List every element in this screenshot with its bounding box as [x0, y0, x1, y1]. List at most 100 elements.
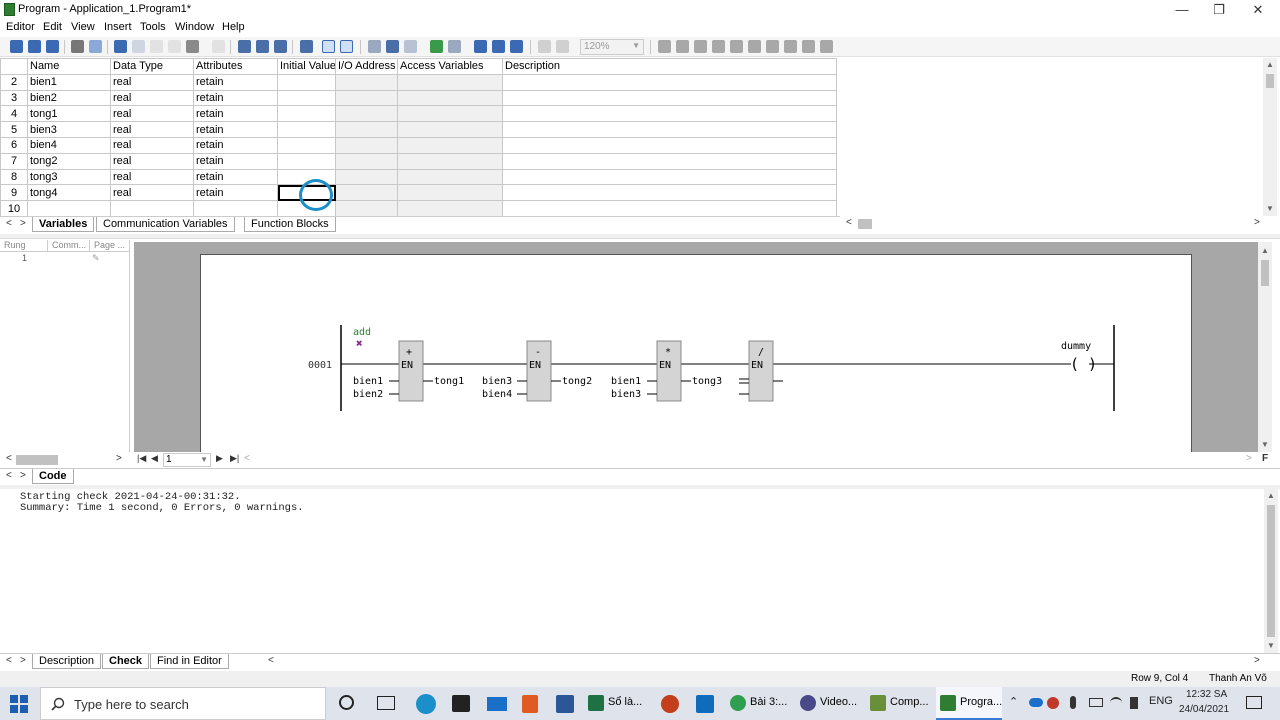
cell-access-variables[interactable]: [397, 89, 503, 107]
save-all-icon[interactable]: [46, 40, 59, 53]
insert-rung-icon[interactable]: [368, 40, 381, 53]
cell-name[interactable]: [27, 200, 111, 217]
language-indicator[interactable]: ENG: [1149, 695, 1173, 707]
cell-name[interactable]: tong1: [27, 105, 111, 123]
redo-icon[interactable]: [132, 40, 145, 53]
scroll-thumb[interactable]: [1261, 260, 1269, 286]
tab-code[interactable]: Code: [32, 469, 74, 484]
notification-icon[interactable]: [1246, 696, 1262, 709]
menu-help[interactable]: Help: [222, 21, 245, 33]
cell-io-address[interactable]: [335, 200, 398, 217]
block-output[interactable]: tong1: [434, 376, 464, 387]
tab-find-in-editor[interactable]: Find in Editor: [150, 654, 229, 669]
col-header-attributes[interactable]: Attributes: [193, 58, 278, 75]
scroll-up-icon[interactable]: ▲: [1258, 246, 1272, 255]
check-icon[interactable]: [448, 40, 461, 53]
cell-attributes[interactable]: retain: [193, 73, 278, 91]
tab-prev-icon[interactable]: <: [6, 218, 12, 229]
scroll-down-icon[interactable]: ▼: [1258, 440, 1272, 449]
block-input[interactable]: bien1: [611, 376, 641, 387]
cell-io-address[interactable]: [335, 73, 398, 91]
taskbar-app-excel[interactable]: Sổ là...: [584, 687, 650, 720]
cell-attributes[interactable]: retain: [193, 152, 278, 170]
ladder-editor[interactable]: add ✖ 0001 + EN bien1 bien2 tong1 - EN b…: [134, 242, 1258, 452]
table-row[interactable]: 7 tong2 real retain: [0, 152, 837, 170]
function-icon[interactable]: F: [1262, 453, 1268, 464]
task-view-icon[interactable]: [377, 696, 395, 710]
open-icon[interactable]: [10, 40, 23, 53]
block-input[interactable]: bien3: [482, 376, 512, 387]
save-icon[interactable]: [28, 40, 41, 53]
tab-description[interactable]: Description: [32, 654, 102, 669]
div-block[interactable]: / EN: [739, 340, 783, 402]
cell-access-variables[interactable]: [397, 105, 503, 123]
compile-icon[interactable]: [430, 40, 443, 53]
block-icon[interactable]: [820, 40, 833, 53]
menu-edit[interactable]: Edit: [43, 21, 62, 33]
office-icon[interactable]: [522, 695, 538, 713]
last-page-icon[interactable]: ▶|: [230, 453, 239, 464]
scroll-left-icon[interactable]: <: [6, 453, 12, 464]
scroll-down-icon[interactable]: ▼: [1264, 641, 1278, 650]
replace-icon[interactable]: [274, 40, 287, 53]
cell-description[interactable]: [502, 152, 837, 170]
cell-description[interactable]: [502, 89, 837, 107]
taskbar-search[interactable]: Type here to search: [40, 687, 326, 720]
cell-name[interactable]: bien1: [27, 73, 111, 91]
cell-type[interactable]: real: [110, 136, 194, 154]
scroll-thumb[interactable]: [1266, 74, 1274, 88]
cell-attributes[interactable]: retain: [193, 136, 278, 154]
menu-editor[interactable]: Editor: [6, 21, 35, 33]
zoom-out-icon[interactable]: [556, 40, 569, 53]
store-icon[interactable]: [452, 695, 470, 712]
copy-icon[interactable]: [168, 40, 181, 53]
insert-block-icon[interactable]: [404, 40, 417, 53]
block-output[interactable]: tong2: [562, 376, 592, 387]
menu-window[interactable]: Window: [175, 21, 214, 33]
cell-attributes[interactable]: retain: [193, 168, 278, 186]
cell-io-address[interactable]: [335, 184, 398, 202]
zoom-in-icon[interactable]: [538, 40, 551, 53]
maximize-button[interactable]: ❐: [1201, 0, 1237, 20]
cell-access-variables[interactable]: [397, 200, 503, 217]
cell-initial-value[interactable]: [277, 121, 336, 138]
cell-access-variables[interactable]: [397, 184, 503, 202]
table-row[interactable]: 4 tong1 real retain: [0, 105, 837, 123]
cortana-icon[interactable]: [339, 695, 354, 710]
col-header-type[interactable]: Data Type: [110, 58, 194, 75]
cell-io-address[interactable]: [335, 105, 398, 123]
table-row[interactable]: 5 bien3 real retain: [0, 121, 837, 138]
taskbar-app-program[interactable]: Progra...: [936, 687, 1002, 720]
cell-type[interactable]: [110, 200, 194, 217]
block-input[interactable]: bien1: [353, 376, 383, 387]
wifi-icon[interactable]: [1110, 697, 1122, 709]
page-select[interactable]: 1 ▼: [163, 453, 211, 467]
security-icon[interactable]: [1047, 697, 1059, 709]
taskbar-app-video[interactable]: Video...: [796, 687, 862, 720]
tab-next-icon[interactable]: >: [20, 655, 26, 666]
cell-initial-value[interactable]: [277, 136, 336, 154]
scroll-up-icon[interactable]: ▲: [1264, 491, 1278, 500]
col-header-access-variables[interactable]: Access Variables: [397, 58, 503, 75]
coil-icon[interactable]: [730, 40, 743, 53]
cell-access-variables[interactable]: [397, 168, 503, 186]
cell-access-variables[interactable]: [397, 136, 503, 154]
table-row[interactable]: 3 bien2 real retain: [0, 89, 837, 107]
tab-prev-icon[interactable]: <: [6, 655, 12, 666]
cell-description[interactable]: [502, 73, 837, 91]
scroll-left-icon[interactable]: <: [846, 217, 852, 228]
cell-io-address[interactable]: [335, 152, 398, 170]
col-header-io-address[interactable]: I/O Address: [335, 58, 398, 75]
table-row[interactable]: 2 bien1 real retain: [0, 73, 837, 91]
cell-type[interactable]: real: [110, 184, 194, 202]
taskbar-app-component[interactable]: Comp...: [866, 687, 932, 720]
col-header-initial-value[interactable]: Initial Value: [277, 58, 336, 75]
cell-name[interactable]: bien2: [27, 89, 111, 107]
powerpoint-icon[interactable]: [661, 695, 679, 713]
sort-desc-icon[interactable]: [510, 40, 523, 53]
contact-neg-icon[interactable]: [676, 40, 689, 53]
cell-description[interactable]: [502, 121, 837, 138]
scroll-up-icon[interactable]: ▲: [1263, 60, 1277, 69]
paste-icon[interactable]: [186, 40, 199, 53]
table-row[interactable]: 9 tong4 real retain: [0, 184, 837, 202]
